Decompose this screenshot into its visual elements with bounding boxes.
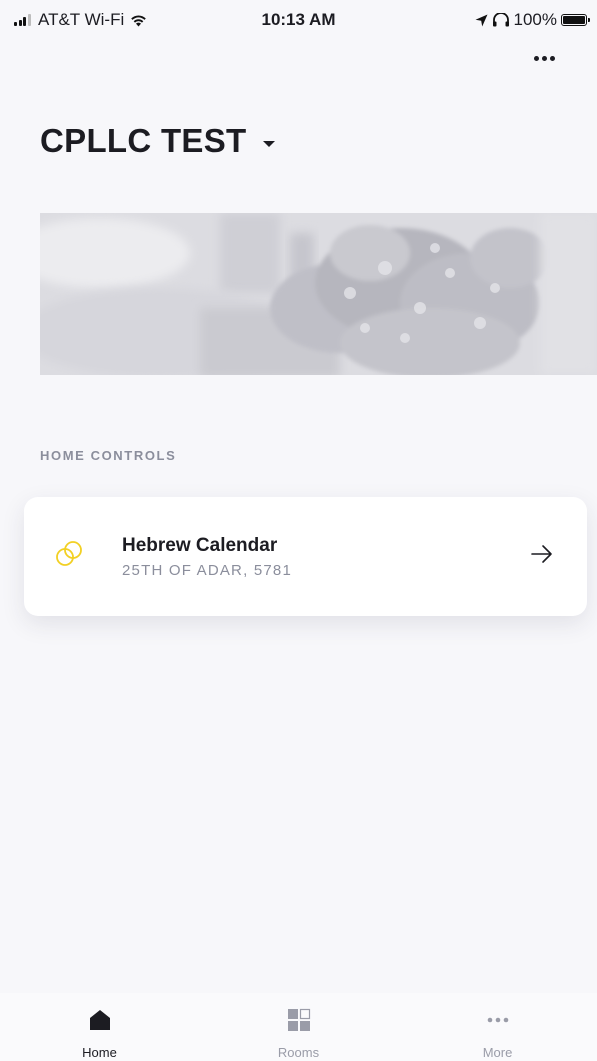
- more-dot-icon: [550, 56, 555, 61]
- arrow-right-icon[interactable]: [531, 544, 553, 564]
- home-selector[interactable]: CPLLC TEST: [40, 122, 275, 160]
- home-title: CPLLC TEST: [40, 122, 247, 159]
- card-title: Hebrew Calendar: [122, 535, 278, 556]
- hebrew-calendar-card[interactable]: Hebrew Calendar 25TH OF ADAR, 5781: [24, 497, 587, 616]
- tab-rooms[interactable]: Rooms: [199, 993, 398, 1061]
- more-options-button[interactable]: [534, 56, 555, 61]
- plant-photo-icon: [40, 213, 597, 375]
- card-subtitle: 25TH OF ADAR, 5781: [122, 562, 292, 579]
- home-cover-image: [40, 213, 597, 375]
- home-controls-heading: HOME CONTROLS: [40, 448, 177, 463]
- tab-bar: Home Rooms More: [0, 993, 597, 1061]
- tab-more[interactable]: More: [398, 993, 597, 1061]
- more-dot-icon: [542, 56, 547, 61]
- tab-label: Rooms: [277, 1045, 320, 1060]
- chevron-down-icon: [262, 141, 275, 147]
- status-right: 100%: [475, 10, 590, 30]
- battery-icon: [561, 14, 590, 26]
- tab-home[interactable]: Home: [0, 993, 199, 1061]
- location-arrow-icon: [475, 14, 488, 26]
- battery-percent: 100%: [513, 10, 557, 29]
- more-dot-icon: [534, 56, 539, 61]
- status-bar: AT&T Wi-Fi 10:13 AM 100%: [0, 0, 597, 40]
- rooms-grid-icon: [287, 1008, 310, 1031]
- more-dots-icon: [487, 1017, 508, 1023]
- tab-label: Home: [82, 1045, 117, 1060]
- tab-label: More: [482, 1045, 513, 1060]
- linked-circles-icon: [56, 541, 82, 566]
- home-icon: [89, 1010, 110, 1030]
- headphones-icon: [492, 13, 509, 27]
